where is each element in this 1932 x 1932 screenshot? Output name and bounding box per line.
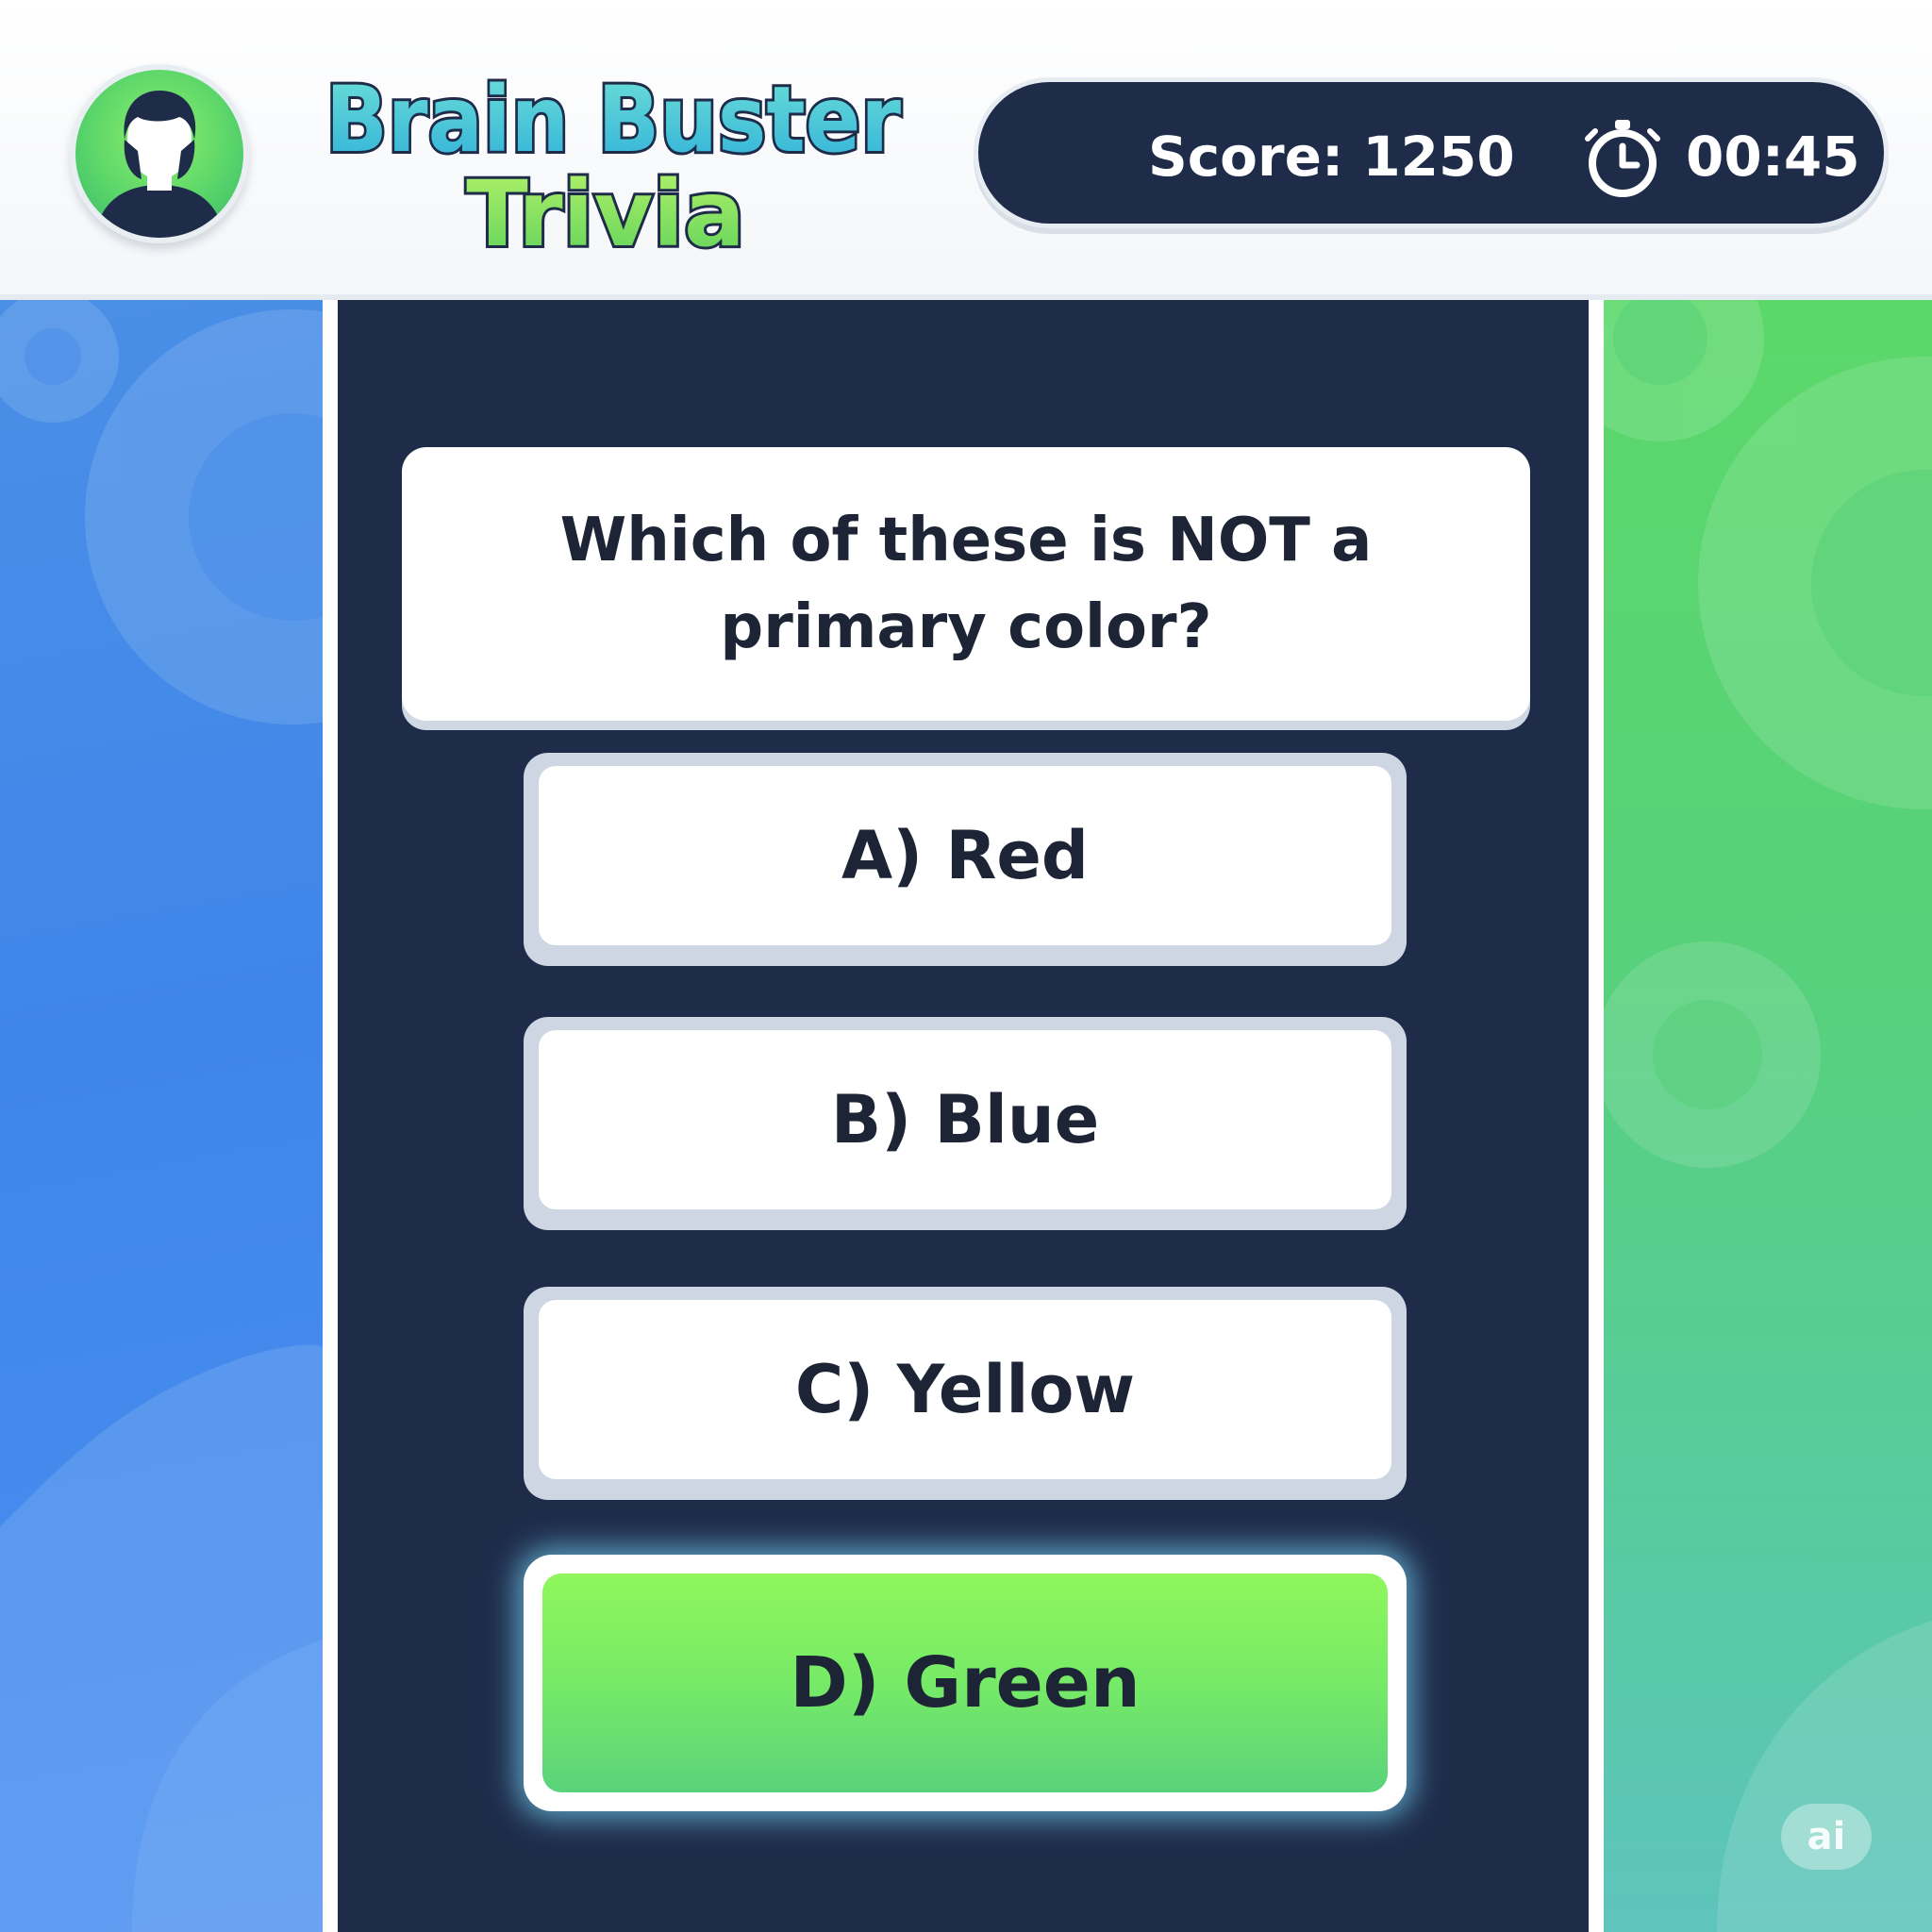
question-text: Which of these is NOT a primary color? [541, 497, 1391, 671]
game-logo: Brain Buster Trivia [302, 57, 924, 264]
answer-label: A) Red [841, 817, 1090, 894]
answer-option-d-selected[interactable]: D) Green [524, 1555, 1407, 1811]
score-timer-panel: Score: 1250 00:45 [974, 77, 1889, 228]
answer-option-a[interactable]: A) Red [524, 753, 1407, 966]
game-title-line1: Brain Buster [325, 67, 902, 173]
answer-option-c[interactable]: C) Yellow [524, 1287, 1407, 1500]
gear-decoration-icon [1604, 300, 1932, 1932]
left-decorative-panel [0, 300, 323, 1932]
right-decorative-panel [1604, 300, 1932, 1932]
ai-badge: ai [1781, 1804, 1872, 1870]
stopwatch-icon [1585, 120, 1660, 197]
gear-decoration-icon [0, 300, 323, 1932]
user-avatar-icon [94, 91, 225, 238]
countdown-timer: 00:45 [1686, 125, 1860, 189]
answer-label: D) Green [790, 1642, 1141, 1724]
game-title-line2: Trivia [466, 161, 744, 264]
answer-label: C) Yellow [794, 1351, 1136, 1428]
answer-face: C) Yellow [539, 1300, 1391, 1479]
trivia-game-screen: Brain Buster Trivia Score: 1250 00:45 Wh… [0, 0, 1932, 1932]
answer-option-b[interactable]: B) Blue [524, 1017, 1407, 1230]
answer-face: D) Green [542, 1574, 1388, 1792]
question-card: Which of these is NOT a primary color? [402, 447, 1530, 721]
answer-face: B) Blue [539, 1030, 1391, 1209]
player-avatar[interactable] [70, 64, 249, 243]
question-line-2: primary color? [720, 592, 1212, 662]
answer-label: B) Blue [830, 1081, 1100, 1158]
top-bar: Brain Buster Trivia Score: 1250 00:45 [0, 0, 1932, 300]
answer-face: A) Red [539, 766, 1391, 945]
question-line-1: Which of these is NOT a [559, 506, 1373, 575]
score-display: Score: 1250 [1148, 125, 1515, 189]
